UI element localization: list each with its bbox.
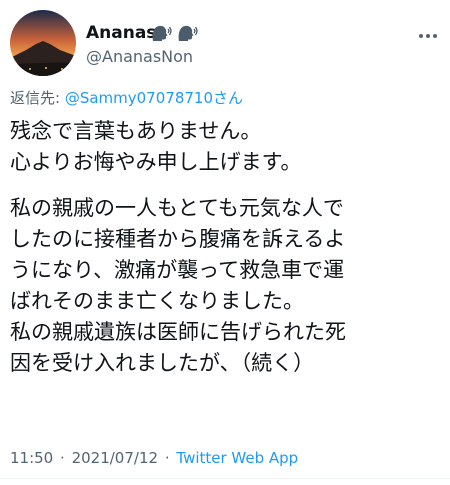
- tweet-text-line: 因を受け入れましたが、（続く）: [10, 351, 315, 375]
- display-name[interactable]: Ananas: [86, 22, 156, 44]
- reply-to: 返信先: @Sammy07078710さん: [10, 88, 243, 108]
- meta-separator: ·: [164, 449, 170, 467]
- divider: [0, 478, 450, 479]
- tweet-text-line: ばれそのまま亡くなりました。: [10, 289, 304, 313]
- sunset-mountain-avatar-icon: [10, 10, 76, 76]
- reply-prefix: 返信先:: [10, 89, 65, 107]
- tweet-text: 残念で言葉もありません。 心よりお悔やみ申し上げます。 私の親戚の一人もとても元…: [10, 116, 440, 379]
- tweet-meta: 11:50 · 2021/07/12 · Twitter Web App: [10, 448, 298, 468]
- meta-separator: ·: [60, 449, 65, 467]
- tweet-source-link[interactable]: Twitter Web App: [176, 449, 298, 467]
- reply-handle-link[interactable]: @Sammy07078710さん: [65, 89, 243, 107]
- tweet-text-line: 私の親戚遺族は医師に告げられた死: [10, 320, 346, 344]
- tweet-date[interactable]: 2021/07/12: [72, 449, 158, 467]
- name-emojis: [150, 22, 198, 44]
- tweet-text-line: うになり、激痛が襲って救急車で運: [10, 258, 345, 282]
- avatar[interactable]: [10, 10, 76, 76]
- tweet-time[interactable]: 11:50: [10, 449, 53, 467]
- tweet-text-line: 私の親戚の一人もとても元気な人で: [10, 196, 344, 220]
- tweet-card: Ananas @AnanasNon 返信先: @Sammy07078710さん …: [0, 0, 450, 485]
- tweet-text-line: 心よりお悔やみ申し上げます。: [10, 150, 302, 174]
- tweet-text-line: 残念で言葉もありません。: [10, 119, 262, 143]
- author-handle[interactable]: @AnanasNon: [86, 46, 193, 68]
- speaking-head-icon: [152, 25, 172, 41]
- more-dots-icon[interactable]: [416, 27, 440, 39]
- tweet-text-line: したのに接種者から腹痛を訴えるよ: [10, 227, 346, 251]
- speaking-head-icon: [178, 25, 198, 41]
